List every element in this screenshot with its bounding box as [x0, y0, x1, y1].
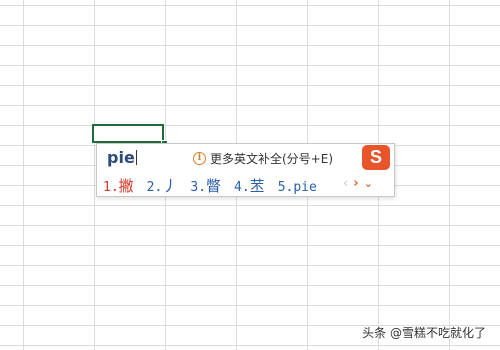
hint-text: 更多英文补全(分号+E)	[210, 152, 334, 166]
prev-page-icon[interactable]: ‹	[343, 176, 348, 191]
sogou-logo-icon[interactable]: S	[362, 145, 390, 170]
candidate-1[interactable]: 1.撇	[103, 175, 134, 196]
info-icon: i	[193, 152, 206, 165]
ime-candidate-window: pie i 更多英文补全(分号+E) S 1.撇 2.丿 3.瞥 4.苤 5.p…	[96, 143, 395, 197]
candidate-5[interactable]: 5.pie	[278, 180, 317, 195]
english-completion-hint[interactable]: i 更多英文补全(分号+E)	[193, 150, 333, 167]
next-page-icon[interactable]: ›	[353, 176, 358, 191]
ime-candidate-row: 1.撇 2.丿 3.瞥 4.苤 5.pie ‹ › ⌄	[97, 171, 394, 198]
candidate-list: 1.撇 2.丿 3.瞥 4.苤 5.pie	[103, 175, 330, 196]
candidate-4[interactable]: 4.苤	[234, 175, 265, 196]
expand-chevron-icon[interactable]: ⌄	[364, 177, 373, 190]
candidate-nav: ‹ › ⌄	[343, 176, 373, 191]
watermark: 头条 @雪糕不吃就化了	[362, 326, 486, 340]
active-cell[interactable]	[92, 124, 164, 143]
ime-composition: pie	[107, 148, 137, 167]
candidate-2[interactable]: 2.丿	[147, 175, 178, 196]
ime-composition-row: pie i 更多英文补全(分号+E) S	[97, 144, 394, 171]
text-caret	[135, 150, 137, 165]
candidate-3[interactable]: 3.瞥	[190, 175, 221, 196]
